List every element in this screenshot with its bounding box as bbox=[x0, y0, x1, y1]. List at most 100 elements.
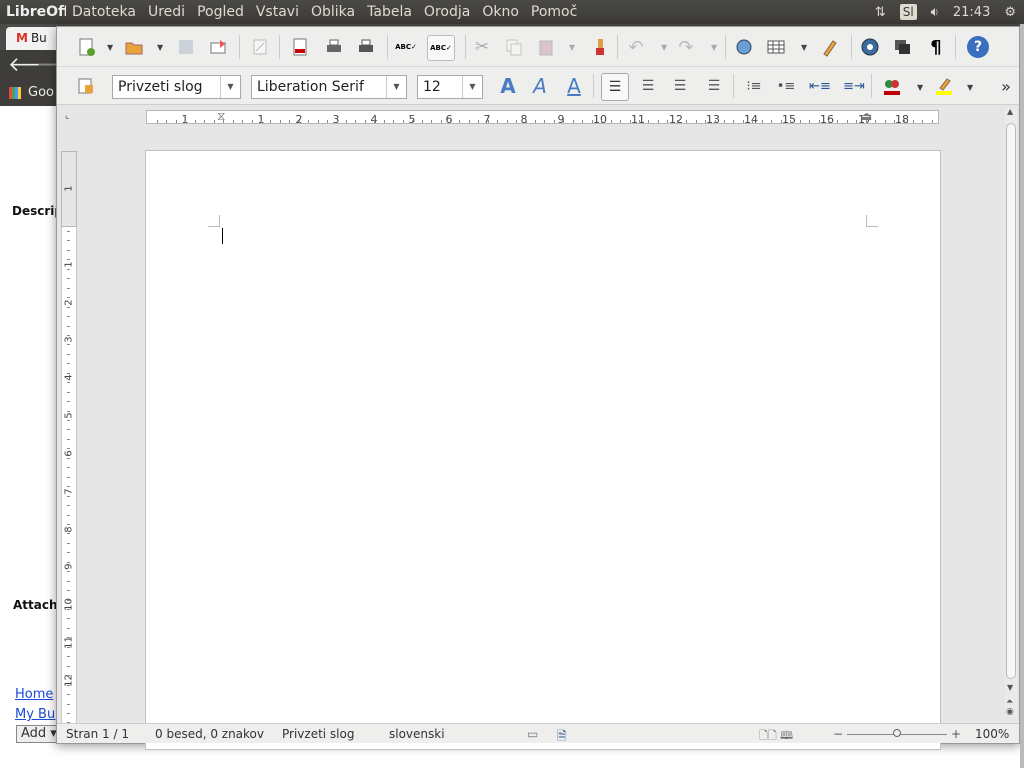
menu-vstavi[interactable]: Vstavi bbox=[250, 4, 305, 20]
highlighting-dropdown-icon[interactable]: ▼ bbox=[967, 83, 973, 92]
zoom-out-icon[interactable]: − bbox=[833, 727, 843, 741]
scrollbar-thumb[interactable] bbox=[1006, 123, 1016, 679]
menu-okno[interactable]: Okno bbox=[476, 4, 525, 20]
apps-grid-icon[interactable] bbox=[9, 87, 21, 99]
redo-dropdown-icon[interactable]: ▼ bbox=[711, 43, 717, 52]
vertical-ruler[interactable]: 1 1 2 3 4 5 6 7 8 9 10 11 12 bbox=[61, 151, 77, 743]
menu-uredi[interactable]: Uredi bbox=[142, 4, 191, 20]
email-icon[interactable] bbox=[207, 36, 229, 58]
new-dropdown-icon[interactable]: ▼ bbox=[107, 43, 113, 52]
clone-formatting-icon[interactable] bbox=[589, 36, 611, 58]
cut-icon[interactable]: ✂ bbox=[471, 36, 493, 58]
navigation-icon[interactable]: ◉ bbox=[1006, 707, 1014, 717]
menu-pogled[interactable]: Pogled bbox=[191, 4, 250, 20]
chevron-down-icon[interactable]: ▼ bbox=[386, 76, 406, 98]
font-color-icon[interactable] bbox=[881, 75, 903, 97]
help-icon[interactable]: ? bbox=[967, 36, 989, 58]
print-icon[interactable] bbox=[323, 36, 345, 58]
ruler-tick bbox=[67, 523, 70, 525]
zoom-level[interactable]: 100% bbox=[975, 727, 1009, 741]
home-link[interactable]: Home bbox=[15, 687, 53, 702]
paragraph-style-value: Privzeti slog bbox=[118, 79, 203, 95]
styles-formatting-icon[interactable] bbox=[75, 75, 97, 97]
font-size-combo[interactable]: 12 ▼ bbox=[417, 75, 483, 99]
underline-icon[interactable]: A bbox=[563, 74, 585, 98]
keyboard-layout-indicator[interactable]: Sl bbox=[899, 4, 917, 20]
print-preview-icon[interactable] bbox=[355, 36, 377, 58]
menu-tabela[interactable]: Tabela bbox=[361, 4, 418, 20]
menu-oblika[interactable]: Oblika bbox=[305, 4, 361, 20]
horizontal-ruler[interactable]: ⌞ 1 ⧖ 1 2 3 4 5 6 7 8 9 10 11 12 13 14 1… bbox=[57, 105, 1019, 131]
app-name[interactable]: LibreOff bbox=[0, 4, 66, 20]
more-toolbar-icon[interactable]: » bbox=[995, 75, 1017, 97]
menu-orodja[interactable]: Orodja bbox=[418, 4, 476, 20]
bullets-icon[interactable]: •≡ bbox=[775, 75, 797, 97]
paragraph-style-combo[interactable]: Privzeti slog ▼ bbox=[112, 75, 241, 99]
gallery-icon[interactable] bbox=[891, 36, 913, 58]
indent-marker-icon[interactable]: ⧖ bbox=[217, 109, 225, 124]
paste-dropdown-icon[interactable]: ▼ bbox=[569, 43, 575, 52]
table-dropdown-icon[interactable]: ▼ bbox=[801, 43, 807, 52]
document-modified-icon[interactable]: 🗎︎ bbox=[557, 727, 567, 748]
hyperlink-icon[interactable] bbox=[733, 36, 755, 58]
chevron-down-icon[interactable]: ▼ bbox=[462, 76, 482, 98]
clock[interactable]: 21:43 bbox=[953, 5, 990, 20]
paste-icon[interactable] bbox=[535, 36, 557, 58]
zoom-in-icon[interactable]: + bbox=[951, 727, 961, 741]
decrease-indent-icon[interactable]: ⇤≡ bbox=[809, 75, 831, 97]
zoom-slider-knob[interactable] bbox=[893, 729, 901, 737]
document-page[interactable] bbox=[145, 150, 941, 750]
align-right-icon[interactable]: ☰ bbox=[669, 75, 691, 97]
font-color-dropdown-icon[interactable]: ▼ bbox=[917, 83, 923, 92]
ruler-tick bbox=[383, 120, 385, 123]
italic-icon[interactable]: A bbox=[529, 74, 551, 98]
save-icon[interactable] bbox=[175, 36, 197, 58]
align-left-icon[interactable]: ☰ bbox=[601, 73, 629, 101]
numbering-icon[interactable]: ⁝≡ bbox=[743, 75, 765, 97]
increase-indent-icon[interactable]: ≡⇥ bbox=[843, 75, 865, 97]
scroll-down-icon[interactable]: ▼ bbox=[1007, 683, 1013, 692]
page-count[interactable]: Stran 1 / 1 bbox=[66, 727, 129, 741]
highlighting-icon[interactable] bbox=[933, 75, 955, 97]
justify-icon[interactable]: ☰ bbox=[703, 75, 725, 97]
gear-icon[interactable]: ⚙ bbox=[1004, 5, 1016, 20]
page-style[interactable]: Privzeti slog bbox=[282, 727, 354, 741]
language[interactable]: slovenski bbox=[389, 727, 445, 741]
tab-stop-icon[interactable]: ⌞ bbox=[65, 111, 69, 121]
copy-icon[interactable] bbox=[503, 36, 525, 58]
navigator-icon[interactable] bbox=[859, 36, 881, 58]
table-icon[interactable] bbox=[765, 36, 787, 58]
chevron-down-icon[interactable]: ▼ bbox=[220, 76, 240, 98]
bold-icon[interactable]: A bbox=[497, 74, 519, 98]
autospellcheck-icon[interactable]: ABC✓ bbox=[427, 35, 455, 61]
ruler-tick bbox=[67, 363, 70, 365]
scroll-up-icon[interactable]: ▲ bbox=[1007, 107, 1013, 116]
menu-pomoc[interactable]: Pomoč bbox=[525, 4, 583, 20]
view-layout-icons[interactable]: 🗋🗋 🕮 bbox=[759, 727, 793, 746]
open-folder-icon[interactable] bbox=[123, 36, 145, 58]
export-pdf-icon[interactable] bbox=[289, 36, 311, 58]
spellcheck-icon[interactable]: ABC✓ bbox=[395, 36, 417, 58]
font-name-combo[interactable]: Liberation Serif ▼ bbox=[251, 75, 407, 99]
volume-icon[interactable]: 🔉︎ bbox=[931, 5, 939, 20]
formatting-marks-icon[interactable]: ¶ bbox=[925, 36, 947, 58]
bookmark-google[interactable]: Goo bbox=[28, 85, 54, 100]
new-document-icon[interactable] bbox=[75, 36, 97, 58]
show-draw-functions-icon[interactable] bbox=[819, 36, 841, 58]
ruler-tick bbox=[298, 120, 300, 123]
top-panel: LibreOff Datoteka Uredi Pogled Vstavi Ob… bbox=[0, 0, 1024, 24]
menu-datoteka[interactable]: Datoteka bbox=[66, 4, 142, 20]
edit-file-icon[interactable] bbox=[249, 36, 271, 58]
previous-page-icon[interactable]: ⏶ bbox=[1006, 697, 1013, 707]
redo-icon[interactable]: ↷ bbox=[675, 36, 697, 58]
open-dropdown-icon[interactable]: ▼ bbox=[157, 43, 163, 52]
word-count[interactable]: 0 besed, 0 znakov bbox=[155, 727, 264, 741]
network-icon[interactable]: ⇅ bbox=[875, 5, 886, 20]
align-center-icon[interactable]: ☰ bbox=[637, 75, 659, 97]
undo-dropdown-icon[interactable]: ▼ bbox=[661, 43, 667, 52]
vertical-scrollbar[interactable]: ▲ ▼ ⏶ ◉ bbox=[1005, 107, 1017, 717]
insert-mode-icon[interactable]: ▭ bbox=[527, 727, 538, 741]
ruler-tick bbox=[809, 120, 811, 123]
undo-icon[interactable]: ↶ bbox=[625, 36, 647, 58]
add-select[interactable]: Add ▾ bbox=[16, 725, 60, 743]
